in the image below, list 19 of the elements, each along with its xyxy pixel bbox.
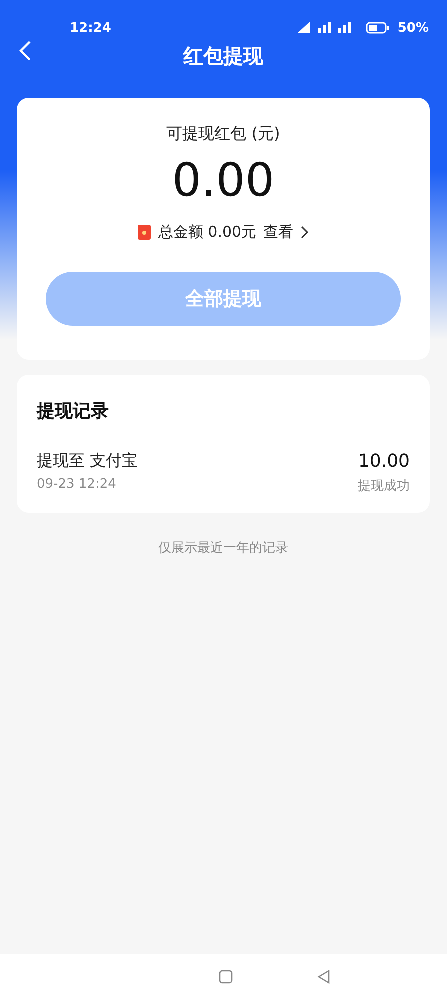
home-square-icon[interactable] [219,970,233,984]
balance-label: 可提现红包 (元) [166,124,280,145]
chevron-icon[interactable] [300,226,309,239]
envelope-icon [138,225,152,240]
page-title: 红包提现 [184,42,264,70]
total-amount: 总金额 0.00元 [158,223,257,242]
records-title: 提现记录 [37,400,110,423]
battery-icon [366,22,390,34]
view-link[interactable]: 查看 [264,223,294,242]
battery-percent: 50% [398,20,429,36]
record-status: 提现成功 [358,478,410,495]
status-time: 12:24 [70,20,112,36]
record-amount: 10.00 [358,451,410,472]
back-icon[interactable] [18,40,32,62]
footer-note: 仅展示最近一年的记录 [158,540,290,557]
record-destination: 提现至 支付宝 [37,451,138,472]
balance-amount: 0.00 [172,153,275,207]
back-triangle-icon[interactable] [317,970,331,984]
record-date: 09-23 12:24 [37,477,116,492]
